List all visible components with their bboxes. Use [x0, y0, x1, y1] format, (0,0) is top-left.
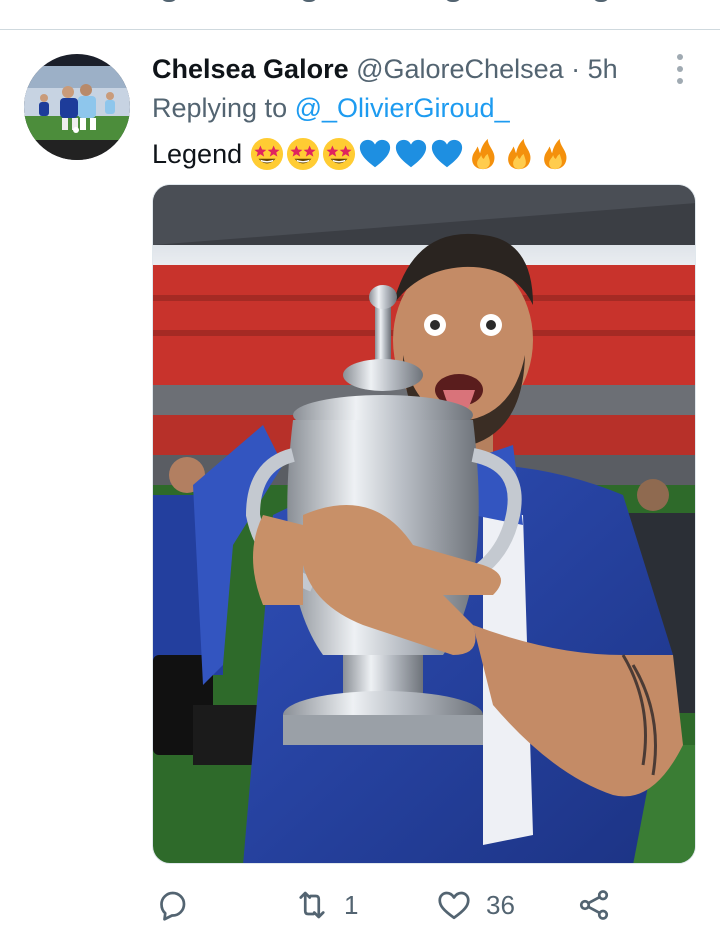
heart-icon[interactable] — [436, 887, 472, 923]
mention-link[interactable]: @_OlivierGiroud_ — [295, 93, 510, 123]
reply-action[interactable] — [154, 880, 204, 930]
retweet-action[interactable]: 1 — [294, 880, 358, 930]
blue-heart-emoji — [359, 139, 391, 168]
user-handle[interactable]: @GaloreChelsea — [356, 54, 564, 84]
star-struck-emoji — [287, 137, 320, 171]
tweet-actions: 1 36 — [152, 880, 672, 930]
tweet-text: Legend — [152, 134, 572, 174]
previous-share-icon[interactable] — [592, 0, 610, 2]
replying-to: Replying to @_OlivierGiroud_ — [152, 90, 510, 126]
previous-reply-icon[interactable] — [160, 0, 178, 2]
reply-icon[interactable] — [154, 887, 190, 923]
retweet-count: 1 — [344, 889, 359, 920]
tweet-header: Chelsea Galore @GaloreChelsea · 5h — [152, 52, 652, 86]
star-struck-emoji — [323, 137, 356, 171]
fire-emoji — [508, 138, 531, 170]
star-struck-emoji — [251, 137, 284, 171]
timestamp[interactable]: 5h — [588, 54, 618, 84]
fire-emoji — [472, 138, 495, 170]
share-action[interactable] — [576, 880, 612, 930]
previous-tweet-actions — [0, 0, 720, 6]
tweet-text-body: Legend — [152, 139, 243, 169]
emoji-row — [250, 137, 572, 171]
photo-trophy-celebration — [153, 185, 695, 863]
blue-heart-emoji — [431, 139, 463, 168]
blue-heart-emoji — [395, 139, 427, 168]
more-options-icon[interactable] — [672, 54, 688, 84]
display-name[interactable]: Chelsea Galore — [152, 54, 349, 84]
like-count: 36 — [486, 889, 515, 920]
fire-emoji — [544, 138, 567, 170]
avatar[interactable] — [24, 54, 130, 160]
separator-dot: · — [571, 54, 581, 84]
previous-retweet-icon[interactable] — [300, 0, 318, 2]
like-action[interactable]: 36 — [436, 880, 515, 930]
tweet[interactable]: Chelsea Galore @GaloreChelsea · 5h Reply… — [0, 30, 720, 934]
previous-like-icon[interactable] — [444, 0, 462, 2]
retweet-icon[interactable] — [294, 887, 330, 923]
tweet-photo[interactable] — [152, 184, 696, 864]
share-icon[interactable] — [576, 887, 612, 923]
replying-to-label: Replying to — [152, 93, 288, 123]
